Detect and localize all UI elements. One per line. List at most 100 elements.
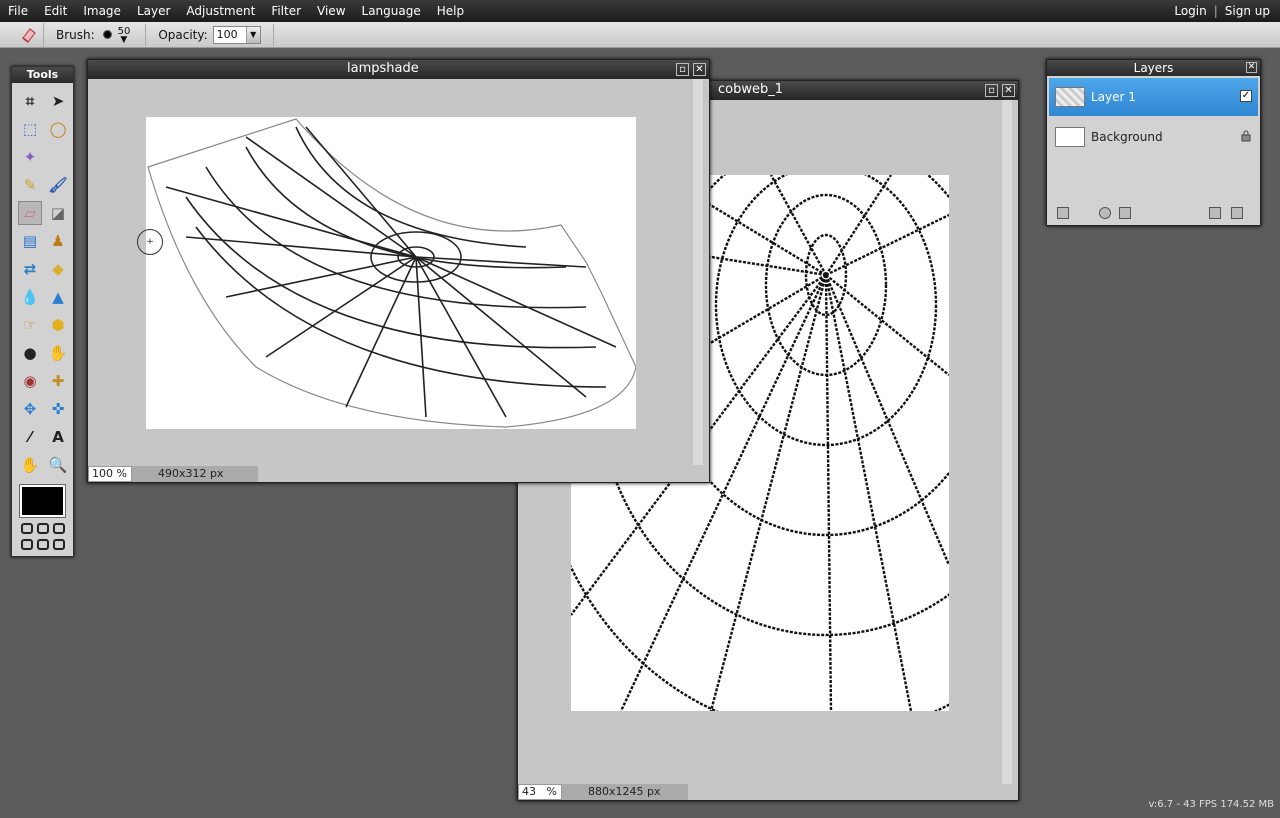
layer-styles-icon[interactable] [1119, 207, 1131, 219]
lasso-icon[interactable]: ◯ [46, 117, 70, 141]
magic-wand-icon[interactable]: ✦ [18, 145, 42, 169]
opacity-value: 100 [216, 28, 238, 41]
color-picker-icon[interactable]: ⁄ [18, 425, 42, 449]
version-status: v:6.7 - 43 FPS 174.52 MB [1148, 799, 1274, 810]
red-eye-icon[interactable]: ◉ [18, 369, 42, 393]
zoom-unit: % [546, 785, 557, 798]
layer-settings-icon[interactable] [1057, 207, 1069, 219]
spot-heal-icon[interactable]: ✚ [46, 369, 70, 393]
burn-icon[interactable]: ✋ [46, 341, 70, 365]
lock-icon [1240, 130, 1252, 142]
menu-layer[interactable]: Layer [129, 0, 178, 22]
window-title: cobweb_1 [718, 82, 784, 97]
smudge-icon[interactable]: ☞ [18, 313, 42, 337]
menu-view[interactable]: View [309, 0, 353, 22]
tools-panel: Tools ⌗ ➤ ⬚ ◯ ✦ ✎ 🖌 ▱ ◪ ▤ ♟ ⇄ ◆ 💧 ▲ ☞ ⬢ ● ✋ ◉ ✚ ✥ ✜ ⁄ A ✋ 🔍 [11, 66, 74, 557]
crop-icon[interactable]: ⌗ [18, 89, 42, 113]
layer-row-background[interactable]: Background [1049, 118, 1258, 156]
dodge-icon[interactable]: ● [18, 341, 42, 365]
image-canvas[interactable] [146, 117, 636, 429]
marquee-icon[interactable]: ⬚ [18, 117, 42, 141]
signup-link[interactable]: Sign up [1225, 4, 1270, 18]
layers-title-text: Layers [1133, 61, 1174, 75]
hand-icon[interactable]: ✋ [18, 453, 42, 477]
vertical-scrollbar[interactable] [1002, 100, 1012, 784]
delete-layer-icon[interactable] [1231, 207, 1243, 219]
gradient-icon[interactable]: ▤ [18, 229, 42, 253]
close-icon[interactable]: ✕ [1002, 84, 1015, 97]
eraser-icon[interactable]: ▱ [18, 201, 42, 225]
menu-image[interactable]: Image [75, 0, 129, 22]
zoom-icon[interactable]: 🔍 [46, 453, 70, 477]
pencil-icon[interactable]: ✎ [18, 173, 42, 197]
preset-2-icon[interactable] [37, 523, 49, 534]
sponge-icon[interactable]: ⬢ [46, 313, 70, 337]
auth-links: Login | Sign up [1174, 0, 1270, 22]
window-status-bar: 43 % 880x1245 px [518, 784, 1018, 800]
window-status-bar: 100 % 490x312 px [88, 466, 709, 482]
window-title: lampshade [347, 61, 419, 76]
maximize-icon[interactable]: ▫ [985, 84, 998, 97]
brush-dropdown-icon[interactable]: ▼ [120, 35, 127, 45]
paint-bucket-icon[interactable]: ◪ [46, 201, 70, 225]
opacity-input[interactable]: 100 ▼ [212, 25, 261, 44]
close-icon[interactable]: ✕ [1246, 62, 1257, 73]
drawing-icon[interactable]: ◆ [46, 257, 70, 281]
options-divider-end [272, 23, 274, 46]
brush-icon[interactable]: 🖌 [46, 173, 70, 197]
bloat-icon[interactable]: ✥ [18, 397, 42, 421]
sharpen-icon[interactable]: ▲ [46, 285, 70, 309]
layer-name: Background [1091, 130, 1163, 144]
close-icon[interactable]: ✕ [693, 63, 706, 76]
move-icon[interactable]: ➤ [46, 89, 70, 113]
tool-options-bar: Brush: 50 ▼ Opacity: 100 ▼ [0, 22, 1280, 48]
vertical-scrollbar[interactable] [693, 79, 703, 465]
layers-footer [1055, 207, 1252, 221]
layers-panel: Layers ✕ Layer 1 ✓ Background [1046, 59, 1261, 226]
menu-filter[interactable]: Filter [263, 0, 309, 22]
type-icon[interactable]: A [46, 425, 70, 449]
opacity-dropdown-icon[interactable]: ▼ [245, 26, 260, 43]
login-link[interactable]: Login [1174, 4, 1206, 18]
zoom-unit: % [116, 467, 127, 480]
layer-mask-icon[interactable] [1099, 207, 1111, 219]
zoom-value: 43 [522, 785, 536, 798]
layer-thumbnail [1055, 87, 1085, 107]
image-dimensions: 880x1245 px [562, 784, 688, 800]
window-titlebar[interactable]: lampshade ▫ ✕ [88, 60, 709, 79]
layers-panel-title: Layers ✕ [1047, 60, 1260, 76]
menu-edit[interactable]: Edit [36, 0, 75, 22]
foreground-color-swatch[interactable] [19, 484, 66, 518]
new-layer-icon[interactable] [1209, 207, 1221, 219]
preset-5-icon[interactable] [37, 539, 49, 550]
zoom-level[interactable]: 43 % [518, 784, 562, 800]
menu-adjustment[interactable]: Adjustment [178, 0, 263, 22]
preset-6-icon[interactable] [53, 539, 65, 550]
layer-thumbnail [1055, 127, 1085, 147]
visible-check-icon[interactable]: ✓ [1240, 90, 1252, 102]
menu-help[interactable]: Help [429, 0, 472, 22]
maximize-icon[interactable]: ▫ [676, 63, 689, 76]
main-menu: File Edit Image Layer Adjustment Filter … [0, 0, 472, 22]
menu-language[interactable]: Language [354, 0, 429, 22]
tools-panel-title: Tools [12, 67, 73, 83]
preset-4-icon[interactable] [21, 539, 33, 550]
preset-3-icon[interactable] [53, 523, 65, 534]
preset-1-icon[interactable] [21, 523, 33, 534]
color-replace-icon[interactable]: ⇄ [18, 257, 42, 281]
image-dimensions: 490x312 px [132, 466, 258, 482]
lampshade-artwork [147, 118, 636, 428]
brush-preview-icon[interactable] [102, 30, 112, 39]
current-tool-eraser-icon [14, 22, 44, 47]
blur-icon[interactable]: 💧 [18, 285, 42, 309]
brush-label: Brush: [56, 27, 95, 42]
opacity-label: Opacity: [158, 27, 208, 42]
menu-file[interactable]: File [0, 0, 36, 22]
pinch-icon[interactable]: ✜ [46, 397, 70, 421]
menu-bar: File Edit Image Layer Adjustment Filter … [0, 0, 1280, 22]
zoom-level[interactable]: 100 % [88, 466, 132, 482]
brush-cursor-icon: + [137, 229, 163, 255]
layer-row-layer-1[interactable]: Layer 1 ✓ [1049, 78, 1258, 116]
clone-stamp-icon[interactable]: ♟ [46, 229, 70, 253]
image-window-lampshade[interactable]: lampshade ▫ ✕ 100 % 490x312 px [87, 59, 710, 483]
